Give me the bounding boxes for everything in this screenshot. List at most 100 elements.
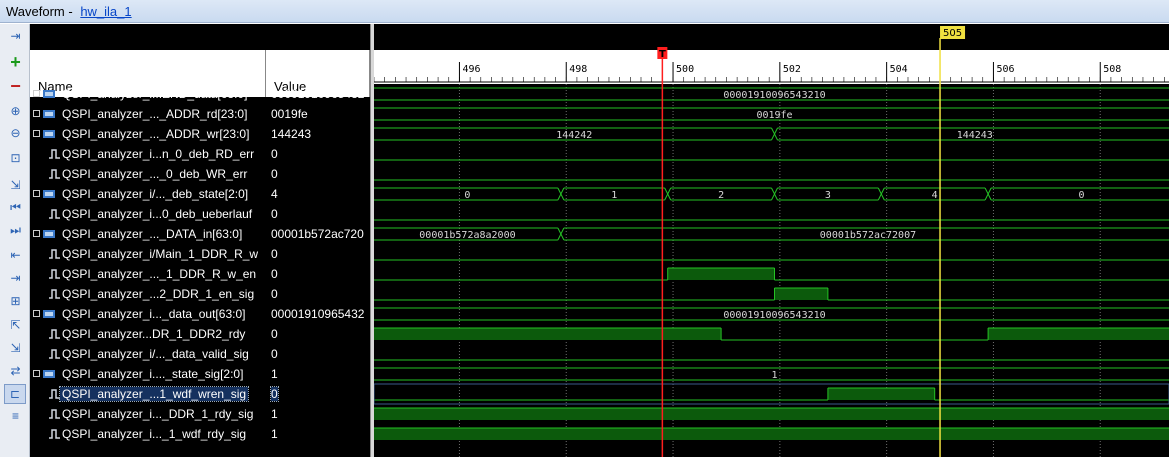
- signal-row[interactable]: QSPI_analyzer_i..._DDR_1_rdy_sig: [30, 404, 266, 424]
- signal-value: 0: [271, 287, 278, 301]
- signal-row[interactable]: QSPI_analyzer_...2_DDR_1_en_sig: [30, 284, 266, 304]
- bus-signal-icon: [43, 230, 55, 238]
- signal-row[interactable]: QSPI_analyzer_i/..._deb_state[2:0]: [30, 184, 266, 204]
- waveform-canvas[interactable]: 496 498 500 502 504 506 508 00001910096543210 00…: [373, 24, 1169, 457]
- signal-value-row: 0: [266, 384, 370, 404]
- signal-value: 0: [271, 347, 278, 361]
- bus-value-label: 3: [825, 190, 831, 201]
- signal-value-row: 0: [266, 204, 370, 224]
- zoom-out-icon[interactable]: ⊖: [7, 124, 24, 141]
- signal-value-row: 4: [266, 184, 370, 204]
- signal-value: 00001b572ac720: [271, 227, 364, 241]
- signal-value-panel: Value 00001910965432 0019fe 144243 0 0 4 0 0000…: [266, 24, 370, 457]
- next-transition-icon[interactable]: ⇥: [7, 269, 24, 286]
- expand-toggle-icon[interactable]: [33, 230, 40, 237]
- signal-row[interactable]: QSPI_analyzer_i/Main_1_DDR_R_w: [30, 244, 266, 264]
- signal-row[interactable]: QSPI_analyzer_i..._data_out[63:0]: [30, 304, 266, 324]
- signal-row[interactable]: QSPI_analyzer_..._ADDR_wr[23:0]: [30, 124, 266, 144]
- bit-high-fill: [774, 288, 828, 300]
- previous-transition-icon[interactable]: ⇤: [7, 246, 24, 263]
- signal-name: QSPI_analyzer_i...END_data[63:0]: [62, 87, 248, 101]
- signal-name: QSPI_analyzer_..._DATA_in[63:0]: [62, 227, 243, 241]
- signal-value-row: 144243: [266, 124, 370, 144]
- restore-layout-icon[interactable]: ⇥: [7, 27, 24, 44]
- bit-high-fill: [827, 388, 935, 400]
- zoom-fit-icon[interactable]: ⊡: [7, 149, 24, 166]
- signal-name: QSPI_analyzer_i..._data_out[63:0]: [62, 307, 246, 321]
- goto-start-icon[interactable]: ⏮: [7, 198, 24, 215]
- goto-cursor-icon[interactable]: ⇲: [7, 176, 24, 193]
- signal-value: 1: [271, 407, 278, 421]
- bit-signal-icon: [49, 409, 60, 419]
- swap-cursors-icon[interactable]: ⇄: [7, 362, 24, 379]
- signal-row[interactable]: QSPI_analyzer_..._DATA_in[63:0]: [30, 224, 266, 244]
- add-marker-icon[interactable]: ⊞: [7, 292, 24, 309]
- add-icon[interactable]: +: [7, 53, 24, 71]
- signal-value: 0: [271, 247, 278, 261]
- signal-row[interactable]: QSPI_analyzer_i..._1_wdf_rdy_sig: [30, 424, 266, 444]
- waveform-svg[interactable]: 496 498 500 502 504 506 5080000191009654321000…: [373, 24, 1169, 457]
- float-ruler-icon[interactable]: ≡: [7, 407, 24, 424]
- signal-row[interactable]: QSPI_analyzer_i...n_0_deb_RD_err: [30, 144, 266, 164]
- signal-value-row: 0: [266, 284, 370, 304]
- ruler-tick-label: 502: [783, 64, 801, 75]
- cursor-label: 505: [943, 28, 962, 39]
- waveform-toolbar: ⇥ + − ⊕ ⊖ ⊡ ⇲ ⏮ ⏭ ⇤ ⇥ ⊞ ⇱ ⇲ ⇄ ⊏ ≡: [0, 24, 30, 457]
- signal-value-row: 1: [266, 404, 370, 424]
- signal-value: 0019fe: [271, 107, 308, 121]
- bit-signal-icon: [49, 329, 60, 339]
- bit-high-fill: [667, 268, 775, 280]
- trigger-marker-label: T: [659, 49, 666, 60]
- signal-row[interactable]: QSPI_analyzer_..._ADDR_rd[23:0]: [30, 104, 266, 124]
- signal-row[interactable]: QSPI_analyzer...DR_1_DDR2_rdy: [30, 324, 266, 344]
- signal-name: QSPI_analyzer_...2_DDR_1_en_sig: [62, 287, 255, 301]
- bus-signal-icon: [43, 90, 55, 98]
- signal-name: QSPI_analyzer_i..._DDR_1_rdy_sig: [62, 407, 254, 421]
- signal-row[interactable]: QSPI_analyzer_..._0_deb_WR_err: [30, 164, 266, 184]
- bus-value-label: 00001910096543210: [723, 310, 825, 321]
- bit-signal-icon: [49, 269, 60, 279]
- signal-name: QSPI_analyzer_i/Main_1_DDR_R_w: [62, 247, 259, 261]
- expand-toggle-icon[interactable]: [33, 90, 40, 97]
- expand-toggle-icon[interactable]: [33, 130, 40, 137]
- signal-row[interactable]: QSPI_analyzer_i...END_data[63:0]: [30, 84, 266, 104]
- zoom-in-icon[interactable]: ⊕: [7, 102, 24, 119]
- goto-end-icon[interactable]: ⏭: [7, 221, 24, 238]
- signal-name: QSPI_analyzer_i/..._deb_state[2:0]: [62, 187, 249, 201]
- bit-high-fill: [374, 408, 1169, 420]
- expand-toggle-icon[interactable]: [33, 370, 40, 377]
- signal-row[interactable]: QSPI_analyzer_i...._state_sig[2:0]: [30, 364, 266, 384]
- signal-value: 0: [270, 386, 279, 402]
- signal-name: QSPI_analyzer_..._ADDR_wr[23:0]: [62, 127, 250, 141]
- signal-row[interactable]: QSPI_analyzer_i...0_deb_ueberlauf: [30, 204, 266, 224]
- previous-marker-icon[interactable]: ⇱: [7, 316, 24, 333]
- signal-value-row: 1: [266, 364, 370, 384]
- signal-row[interactable]: QSPI_analyzer_..._1_DDR_R_w_en: [30, 264, 266, 284]
- ruler-tick-label: 504: [890, 64, 908, 75]
- signal-value-row: 0: [266, 264, 370, 284]
- signal-name: QSPI_analyzer_i...n_0_deb_RD_err: [62, 147, 255, 161]
- signal-name: QSPI_analyzer_..._0_deb_WR_err: [62, 167, 248, 181]
- bit-signal-icon: [49, 429, 60, 439]
- signal-value: 0: [271, 207, 278, 221]
- signal-row[interactable]: QSPI_analyzer_i/..._data_valid_sig: [30, 344, 266, 364]
- snap-to-transition-icon[interactable]: ⊏: [4, 384, 26, 404]
- window-title-bar: Waveform - hw_ila_1: [0, 0, 1169, 23]
- bit-signal-icon: [49, 209, 60, 219]
- signal-row[interactable]: QSPI_analyzer_...1_wdf_wren_sig: [30, 384, 266, 404]
- expand-toggle-icon[interactable]: [33, 190, 40, 197]
- signal-value: 0: [271, 267, 278, 281]
- ruler-tick-label: 508: [1103, 64, 1121, 75]
- bus-signal-icon: [43, 310, 55, 318]
- remove-icon[interactable]: −: [7, 77, 24, 95]
- signal-value: 4: [271, 187, 278, 201]
- bit-high-fill: [374, 328, 722, 340]
- signal-value: 1: [271, 427, 278, 441]
- signal-value: 0: [271, 147, 278, 161]
- next-marker-icon[interactable]: ⇲: [7, 339, 24, 356]
- expand-toggle-icon[interactable]: [33, 310, 40, 317]
- bus-value-label: 2: [718, 190, 724, 201]
- expand-toggle-icon[interactable]: [33, 110, 40, 117]
- ila-link[interactable]: hw_ila_1: [80, 4, 131, 19]
- time-ruler: [374, 50, 1169, 84]
